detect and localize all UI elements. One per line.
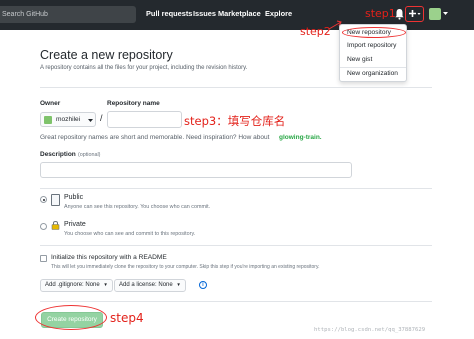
owner-name: mozhilei [56, 116, 81, 123]
nav-explore[interactable]: Explore [265, 9, 292, 18]
init-readme-checkbox[interactable] [40, 255, 47, 262]
divider [40, 245, 432, 246]
chevron-down-icon[interactable] [443, 12, 448, 16]
step4-annotation: step4 [110, 311, 144, 325]
private-description: You choose who can see and commit to thi… [64, 231, 196, 237]
description-optional: (optional) [78, 152, 101, 158]
chevron-down-icon: ▼ [176, 282, 181, 287]
public-description: Anyone can see this repository. You choo… [64, 204, 211, 210]
create-new-button[interactable] [405, 6, 424, 22]
menu-item-import-repository[interactable]: Import repository [347, 42, 396, 49]
private-title: Private [64, 221, 86, 228]
repo-name-hint: Great repository names are short and mem… [40, 134, 270, 141]
create-new-dropdown: New repository Import repository New gis… [339, 24, 407, 82]
nav-pull-requests[interactable]: Pull requests [146, 9, 192, 18]
license-select[interactable]: Add a license: None ▼ [114, 279, 186, 292]
private-radio[interactable] [40, 223, 47, 230]
chevron-down-icon: ▼ [103, 282, 108, 287]
owner-avatar [44, 116, 52, 124]
lock-icon [51, 221, 60, 230]
gitignore-select[interactable]: Add .gitignore: None ▼ [40, 279, 113, 292]
nav-marketplace[interactable]: Marketplace [218, 9, 261, 18]
page-subtitle: A repository contains all the files for … [40, 65, 248, 71]
owner-select[interactable]: mozhilei [40, 112, 96, 127]
description-input[interactable] [40, 162, 352, 178]
info-icon[interactable]: i [199, 281, 207, 289]
public-radio[interactable] [40, 196, 47, 203]
repo-name-suggestion[interactable]: glowing-train. [279, 134, 322, 141]
repo-name-label: Repository name [107, 100, 160, 107]
menu-item-new-organization[interactable]: New organization [347, 70, 398, 77]
menu-item-new-gist[interactable]: New gist [347, 56, 372, 63]
description-label: Description [40, 151, 76, 158]
step3-annotation: step3：填写仓库名 [184, 114, 286, 128]
menu-item-new-repository[interactable]: New repository [347, 29, 391, 36]
init-readme-description: This will let you immediately clone the … [51, 264, 320, 270]
search-input[interactable]: Search GitHub [0, 6, 136, 23]
avatar[interactable] [429, 8, 441, 20]
owner-repo-separator: / [100, 113, 103, 123]
repository-name-input[interactable] [107, 111, 182, 128]
watermark: https://blog.csdn.net/qq_37887629 [314, 327, 426, 333]
divider [40, 301, 432, 302]
nav-issues[interactable]: Issues [193, 9, 216, 18]
step1-annotation: step1 [365, 7, 396, 20]
init-readme-title: Initialize this repository with a README [51, 254, 167, 261]
plus-icon [409, 10, 421, 17]
gitignore-label: Add .gitignore: None [45, 282, 100, 288]
license-label: Add a license: None [119, 282, 173, 288]
public-title: Public [64, 194, 84, 201]
highlight-ring [35, 305, 107, 330]
page-title: Create a new repository [40, 48, 173, 62]
divider [40, 87, 432, 88]
owner-label: Owner [40, 100, 61, 107]
step2-annotation: step2 [300, 25, 331, 38]
chevron-down-icon [88, 119, 93, 122]
divider [40, 188, 432, 189]
menu-divider [340, 67, 406, 68]
repo-icon [51, 194, 60, 206]
